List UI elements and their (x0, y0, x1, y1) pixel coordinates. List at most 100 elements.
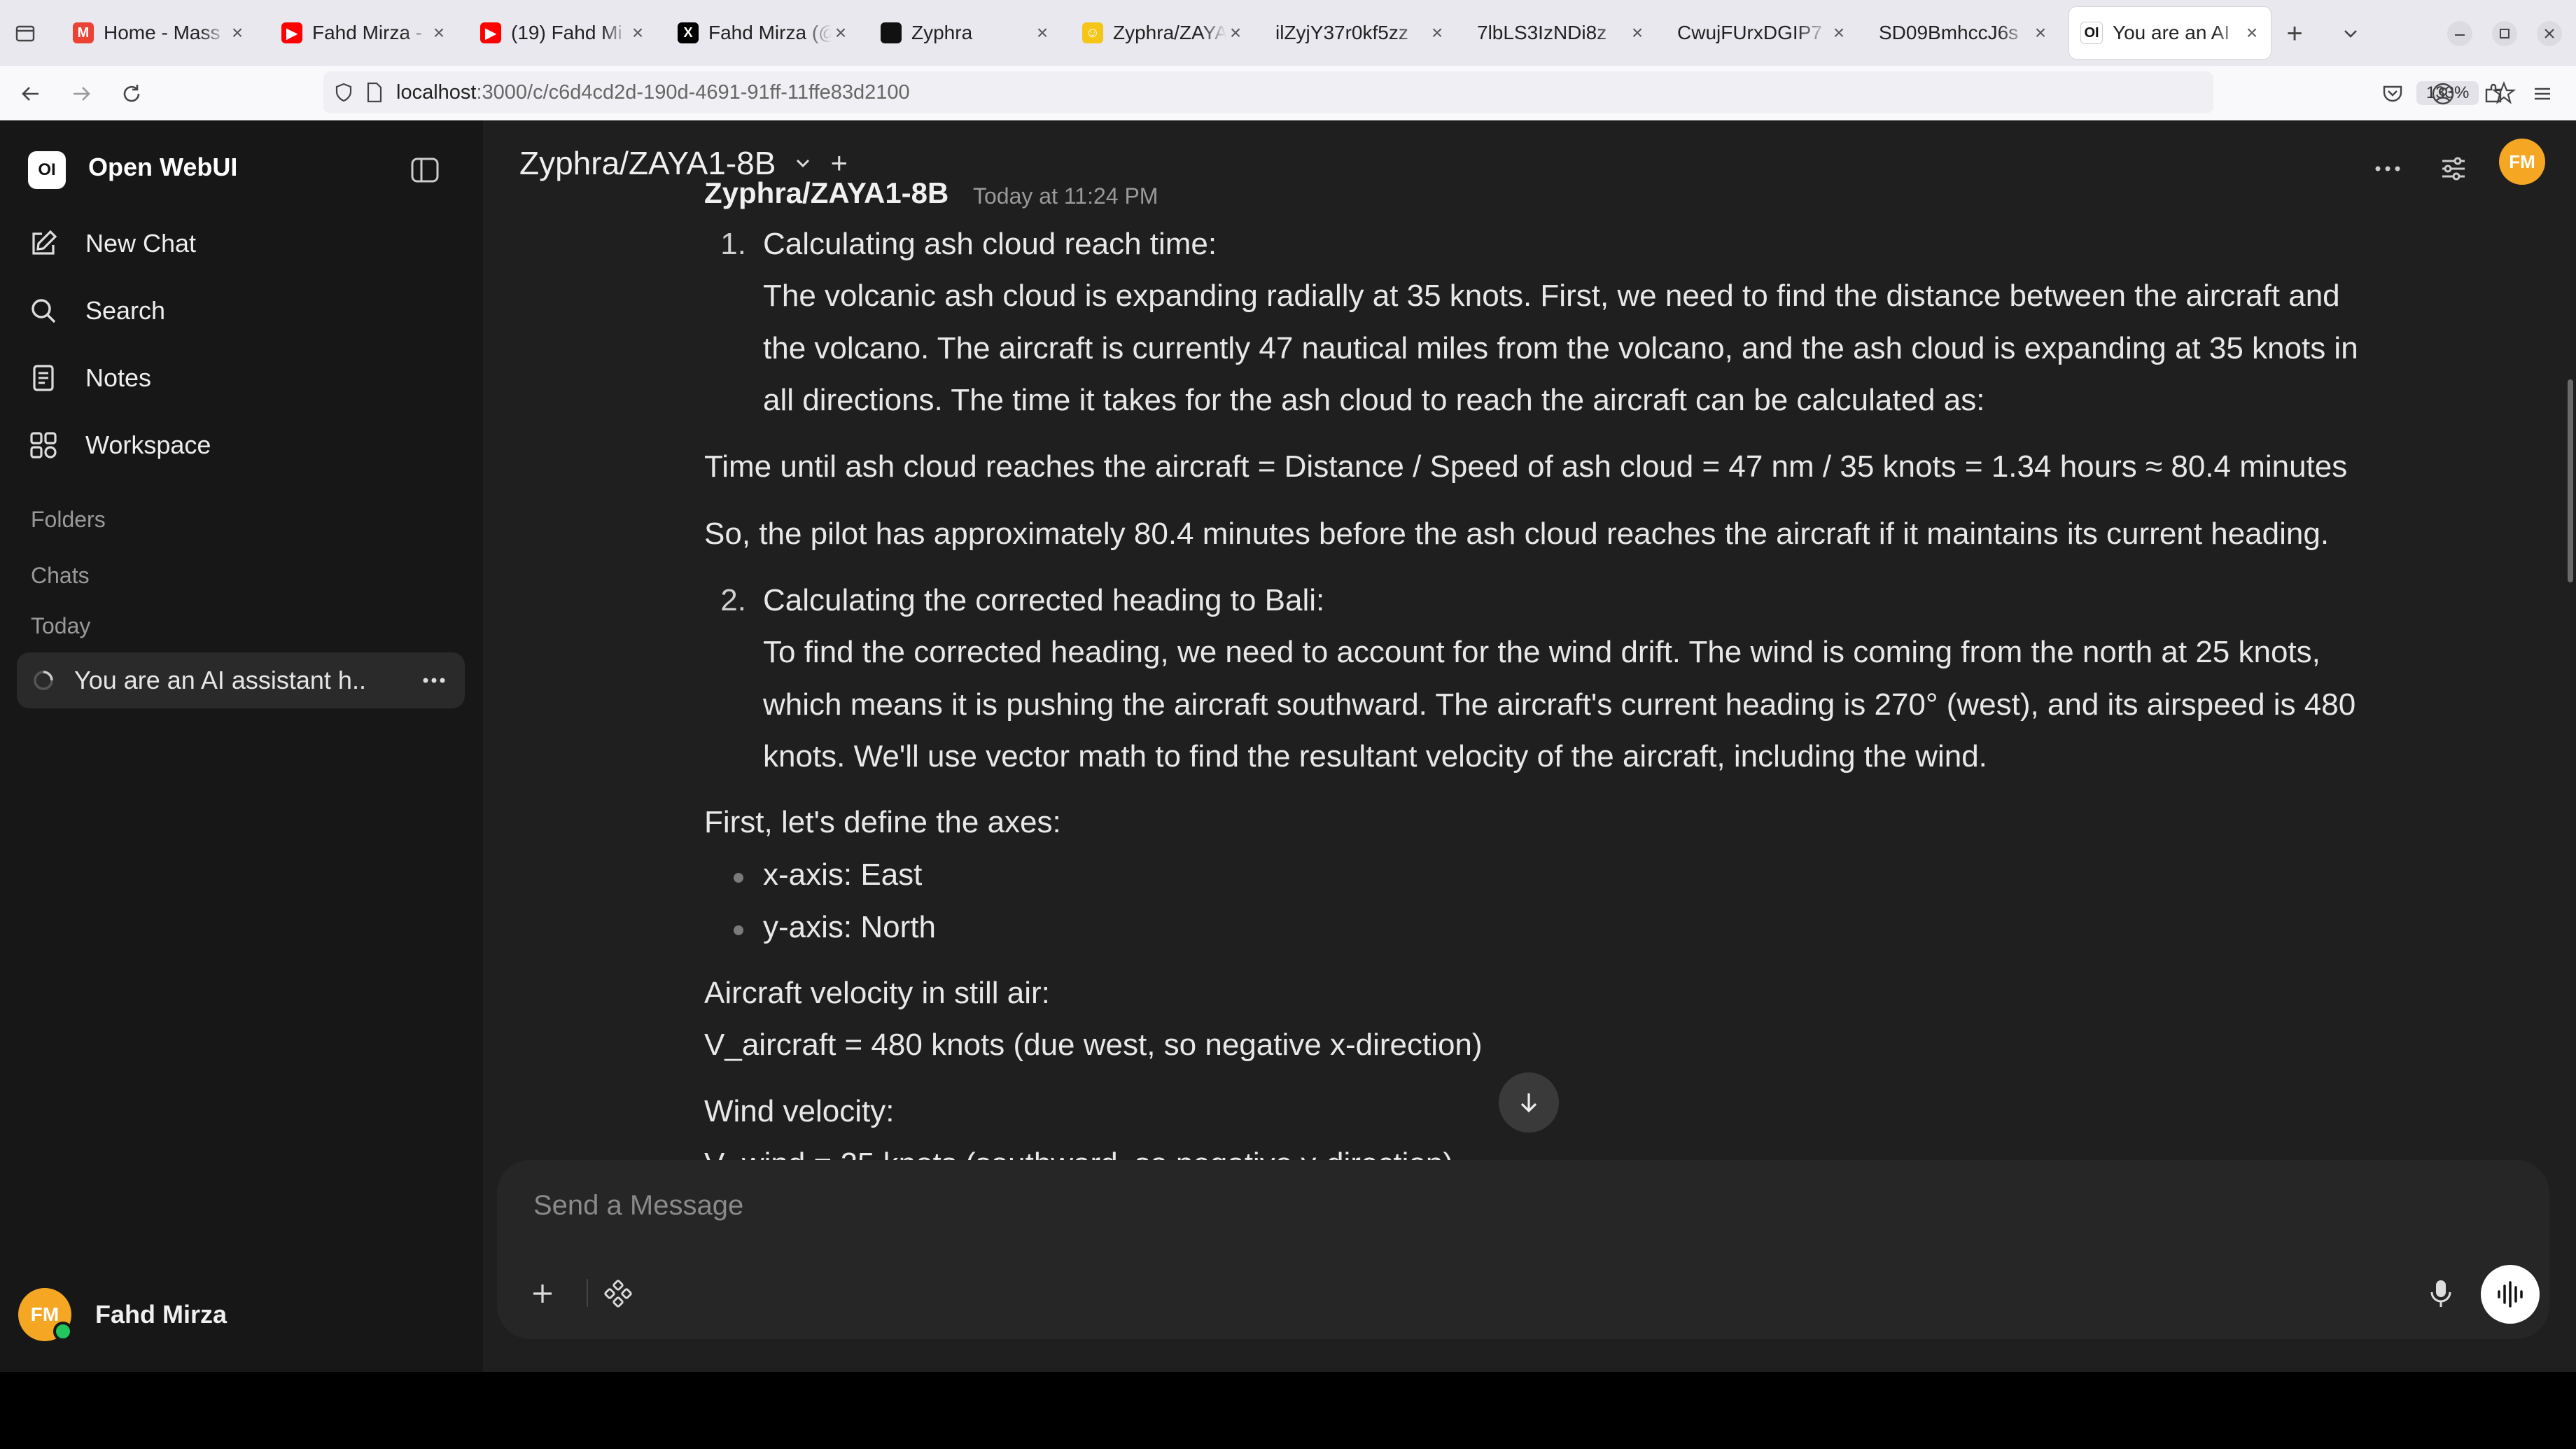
open-webui-logo[interactable]: OI (28, 151, 66, 189)
browser-tab[interactable]: ▶ (19) Fahd Mi × (469, 7, 657, 59)
search-icon (31, 299, 56, 323)
close-tab-icon[interactable]: × (1226, 22, 1245, 44)
close-tab-icon[interactable]: × (1033, 22, 1051, 44)
page-info-icon[interactable] (365, 82, 384, 103)
folders-label[interactable]: Folders (31, 507, 106, 533)
browser-tab[interactable]: SD09BmhccJ6s × (1868, 7, 2059, 59)
tab-favicon-icon (881, 22, 902, 43)
paragraph-line: knots. We'll use vector math to find the… (763, 739, 1987, 774)
shield-icon[interactable] (333, 82, 354, 103)
tab-title: Fahd Mirza - (312, 22, 423, 43)
more-options-icon[interactable] (2370, 151, 2405, 186)
chat-list-item[interactable]: You are an AI assistant h.. (17, 652, 465, 708)
chat-main: OI Zyphra/ZAYA1-8BToday at 11:24 PM1.Cal… (483, 120, 2576, 1372)
user-menu[interactable]: FM Fahd Mirza (18, 1288, 227, 1341)
controls-sliders-icon[interactable] (2436, 151, 2471, 186)
browser-tab[interactable]: ilZyjY37r0kf5zz × (1264, 7, 1456, 59)
edit-icon (32, 230, 57, 255)
app-menu-icon[interactable] (2528, 80, 2556, 108)
paragraph-line: To find the corrected heading, we need t… (763, 635, 2320, 669)
composer-divider (587, 1279, 588, 1307)
message-input[interactable] (532, 1184, 2425, 1227)
list-number: 1. (720, 227, 746, 261)
add-attachment-icon[interactable] (525, 1276, 560, 1311)
chat-more-icon[interactable] (421, 671, 447, 690)
new-tab-icon[interactable]: + (2281, 20, 2309, 48)
user-name: Fahd Mirza (95, 1300, 227, 1329)
address-bar[interactable]: localhost:3000/c/c6d4cd2d-190d-4691-91ff… (323, 71, 2516, 113)
close-tab-icon[interactable]: × (629, 22, 647, 44)
voice-mode-button[interactable] (2481, 1265, 2540, 1324)
close-tab-icon[interactable]: × (2031, 22, 2050, 44)
chats-label[interactable]: Chats (31, 563, 90, 589)
tab-title: Home - Mass (104, 22, 220, 43)
close-tab-icon[interactable]: × (1428, 22, 1446, 44)
close-tab-icon[interactable]: × (1830, 22, 1848, 44)
close-tab-icon[interactable]: × (430, 22, 448, 44)
paragraph-line: which means it is pushing the aircraft s… (763, 687, 2356, 722)
tab-favicon-icon: ▶ (281, 22, 302, 43)
tab-favicon-icon: ▶ (480, 22, 501, 43)
chevron-down-icon[interactable] (792, 153, 813, 174)
tab-title: SD09BmhccJ6s (1879, 22, 2019, 43)
browser-nav-bar: localhost:3000/c/c6d4cd2d-190d-4691-91ff… (0, 66, 2576, 121)
new-chat-button[interactable]: New Chat (28, 221, 455, 266)
nav-label: Notes (85, 363, 152, 392)
browser-tab[interactable]: X Fahd Mirza (@ × (666, 7, 860, 59)
back-arrow-icon[interactable] (17, 80, 45, 108)
paragraph-line: the volcano. The aircraft is currently 4… (763, 331, 2358, 365)
notes-icon (33, 365, 54, 391)
forward-arrow-icon[interactable] (67, 80, 95, 108)
model-selector[interactable]: Zyphra/ZAYA1-8B + (519, 144, 848, 182)
tab-favicon-icon: ☺ (1082, 22, 1103, 43)
tab-title: (19) Fahd Mi (511, 22, 622, 43)
browser-tab[interactable]: ▶ Fahd Mirza - × (270, 7, 458, 59)
tab-overview-icon[interactable] (11, 20, 39, 48)
search-button[interactable]: Search (28, 288, 455, 333)
close-tab-icon[interactable]: × (832, 22, 850, 44)
browser-tab[interactable]: M Home - Mass × (62, 7, 256, 59)
toggle-sidebar-icon[interactable] (407, 153, 442, 188)
avatar-initials: FM (2509, 150, 2535, 172)
today-label: Today (31, 613, 91, 638)
url-path: :3000/c/c6d4cd2d-190d-4691-91ff-11ffe83d… (476, 80, 910, 104)
nav-label: Search (85, 296, 166, 325)
tab-title: Zyphra (911, 22, 973, 43)
pocket-icon[interactable] (2379, 80, 2407, 108)
minimize-window-icon[interactable] (2446, 20, 2474, 48)
tab-title: You are an AI (2113, 22, 2230, 43)
maximize-window-icon[interactable] (2491, 20, 2519, 48)
close-tab-icon[interactable]: × (228, 22, 246, 44)
workspace-button[interactable]: Workspace (28, 423, 455, 468)
header-user-avatar[interactable]: FM (2499, 139, 2545, 185)
reload-icon[interactable] (118, 80, 146, 108)
close-tab-icon[interactable]: × (1628, 22, 1646, 44)
chat-title: You are an AI assistant h.. (74, 666, 366, 694)
scroll-to-bottom-button[interactable] (1499, 1072, 1559, 1133)
browser-tab[interactable]: OI You are an AI × (2069, 7, 2271, 59)
close-window-icon[interactable] (2535, 20, 2563, 48)
tab-title: Fahd Mirza (@ (708, 22, 832, 43)
browser-tab[interactable]: 7lbLS3IzNDi8z × (1466, 7, 1656, 59)
message-timestamp: Today at 11:24 PM (973, 183, 1158, 209)
browser-tab[interactable]: ☺ Zyphra/ZAYA × (1071, 7, 1254, 59)
notes-button[interactable]: Notes (28, 356, 455, 400)
workspace-icon (30, 432, 57, 458)
browser-tab[interactable]: Zyphra × (869, 7, 1061, 59)
list-item-title: Calculating the corrected heading to Bal… (763, 583, 1325, 617)
paragraph-line: Aircraft velocity in still air: (704, 976, 1050, 1010)
close-tab-icon[interactable]: × (2243, 22, 2261, 44)
tab-list-chevron-icon[interactable] (2337, 20, 2365, 48)
microphone-icon[interactable] (2423, 1276, 2458, 1311)
brand-name[interactable]: Open WebUI (88, 153, 237, 182)
account-icon[interactable] (2429, 80, 2457, 108)
paragraph-line: So, the pilot has approximately 80.4 min… (704, 517, 2330, 551)
waveform-icon (2498, 1281, 2523, 1308)
add-model-icon[interactable]: + (830, 146, 848, 180)
nav-label: Workspace (85, 430, 211, 459)
browser-tab[interactable]: CwujFUrxDGIP7 × (1666, 7, 1858, 59)
tab-title: CwujFUrxDGIP7 (1677, 22, 1822, 43)
scrollbar[interactable] (2568, 379, 2573, 582)
integrations-icon[interactable] (601, 1276, 636, 1311)
extensions-icon[interactable] (2479, 80, 2507, 108)
